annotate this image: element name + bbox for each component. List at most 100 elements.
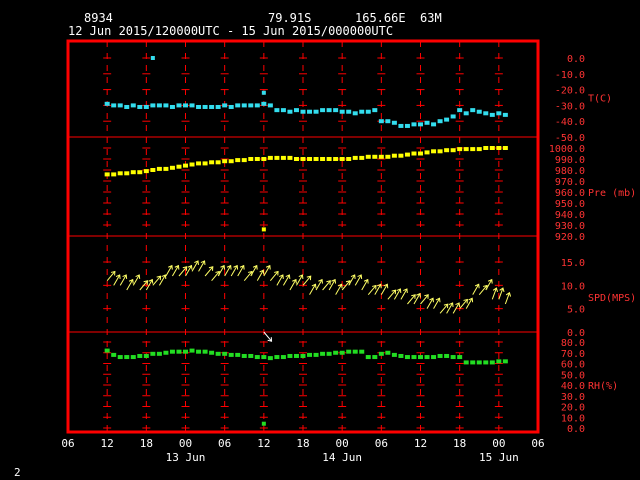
y-tick-label: 10.0 — [561, 281, 585, 292]
data-point-rh — [307, 352, 313, 357]
data-point-temp — [385, 119, 391, 124]
data-point-rh — [372, 355, 378, 360]
wind-arrow — [504, 291, 512, 305]
data-point-rh — [300, 353, 306, 358]
data-point-temp — [496, 111, 502, 116]
wind-arrow — [420, 294, 429, 305]
data-point-temp — [196, 104, 202, 109]
wind-arrow — [211, 270, 220, 281]
data-point-temp — [150, 103, 156, 108]
data-point-pres — [326, 157, 332, 161]
data-point-temp — [444, 117, 450, 122]
data-point-rh — [248, 353, 254, 358]
data-point-temp — [476, 109, 482, 114]
data-point-temp — [457, 108, 463, 113]
data-point-temp — [463, 111, 469, 116]
wind-arrow — [452, 302, 461, 314]
data-point-rh — [444, 353, 450, 358]
data-point-rh — [137, 353, 143, 358]
data-point-pres — [424, 150, 430, 155]
y-tick-label: -10.0 — [555, 70, 585, 81]
x-tick-label: 00 — [179, 437, 192, 450]
data-point-pres — [274, 155, 280, 160]
data-point-rh — [431, 355, 437, 360]
data-point-pres — [150, 168, 156, 172]
data-point-pres — [404, 152, 410, 157]
data-point-pres — [228, 159, 234, 164]
data-point-rh — [156, 351, 162, 356]
data-point-rh — [215, 351, 221, 356]
y-tick-label: -20.0 — [555, 86, 585, 97]
data-point-temp — [502, 112, 508, 117]
wind-arrow — [400, 288, 408, 300]
data-point-rh — [104, 348, 110, 353]
data-point-pres — [254, 157, 260, 161]
wind-arrow — [132, 274, 141, 286]
wind-arrow — [119, 274, 128, 286]
wind-arrow — [322, 280, 331, 291]
data-point-temp — [130, 103, 136, 108]
wind-arrow — [217, 264, 226, 277]
data-point-temp — [143, 104, 149, 109]
data-point-rh — [437, 353, 443, 358]
data-point-rh — [496, 359, 502, 364]
data-point-pres — [489, 146, 495, 150]
y-tick-label: 60.0 — [561, 360, 585, 371]
data-point-temp — [437, 119, 443, 124]
y-tick-label: 990.0 — [555, 155, 585, 166]
data-point-rh — [359, 349, 365, 354]
data-point-pres — [365, 154, 371, 159]
data-point-pres — [418, 151, 423, 156]
data-point-pres — [339, 157, 345, 161]
data-point-rh — [150, 351, 156, 356]
wind-arrow — [485, 278, 493, 291]
data-point-pres — [333, 157, 339, 161]
wind-arrow — [243, 270, 253, 281]
data-point-pres — [457, 147, 463, 152]
x-tick-label: 18 — [140, 437, 153, 450]
data-point-temp — [411, 122, 417, 127]
data-point-pres — [431, 149, 437, 154]
corner-label: 2 — [14, 466, 21, 479]
data-point-rh — [483, 360, 489, 365]
data-point-rh — [352, 349, 358, 354]
data-point-rh — [241, 353, 247, 358]
wind-arrow — [224, 264, 232, 277]
data-point-pres — [104, 172, 110, 177]
wind-arrow — [459, 298, 468, 309]
data-point-temp — [267, 103, 273, 108]
data-point-rh — [111, 352, 117, 357]
data-point-pres — [235, 158, 241, 163]
data-point-pres — [156, 166, 162, 171]
wind-arrow — [165, 264, 173, 277]
data-point-temp — [333, 108, 339, 113]
data-point-rh — [261, 355, 267, 360]
data-point-rh — [489, 360, 495, 365]
x-tick-label: 06 — [218, 437, 231, 450]
data-point-pres — [300, 157, 306, 161]
data-point-temp — [189, 103, 195, 108]
data-point-rh — [418, 355, 423, 360]
wind-arrow — [302, 275, 312, 286]
data-point-rh — [143, 353, 149, 358]
data-point-temp — [313, 109, 319, 114]
data-point-pres — [202, 161, 208, 166]
data-point-rh — [476, 360, 482, 365]
data-point-temp — [202, 104, 208, 109]
x-tick-label: 06 — [375, 437, 388, 450]
data-point-temp — [326, 108, 332, 113]
data-point-pres — [111, 172, 117, 177]
data-point-rh — [326, 351, 332, 356]
data-point-pres — [391, 153, 397, 158]
data-point-rh — [398, 353, 404, 358]
data-point-rh — [209, 350, 215, 355]
y-tick-label: 940.0 — [555, 210, 585, 221]
data-point-temp — [261, 101, 267, 106]
data-point-temp — [365, 109, 371, 114]
wind-arrow — [354, 274, 363, 286]
data-point-pres — [444, 148, 450, 153]
data-point-temp — [398, 123, 404, 128]
data-point-pres — [248, 157, 254, 161]
data-point-pres — [372, 154, 378, 159]
data-point-temp — [254, 103, 260, 108]
